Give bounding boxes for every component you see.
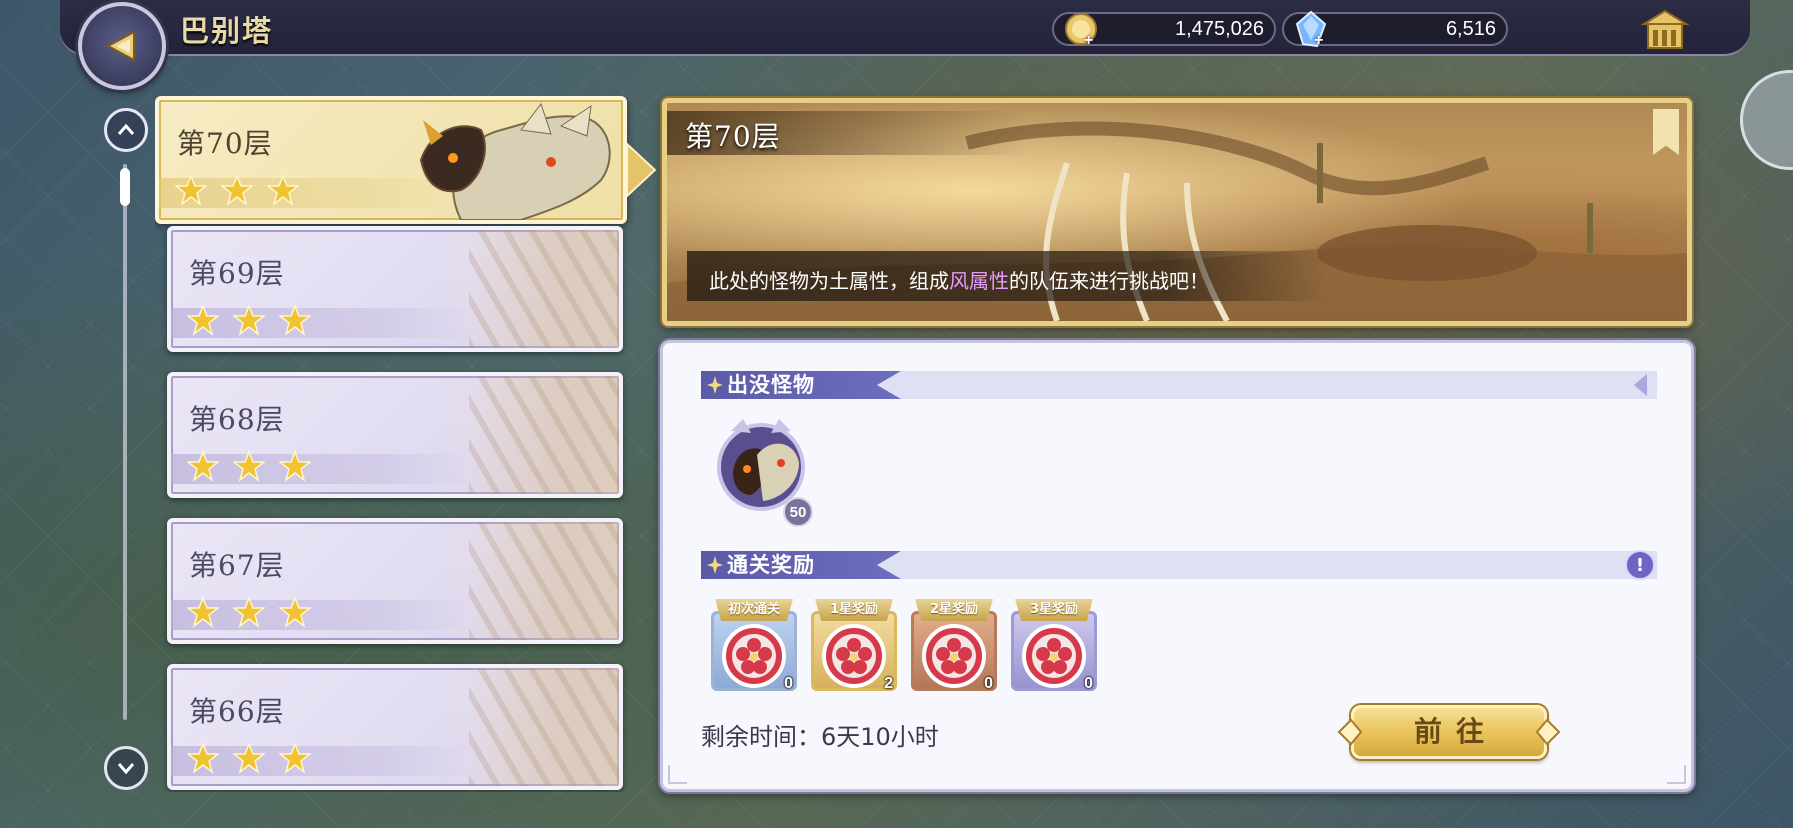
stage-title: 第70层 xyxy=(685,120,781,153)
remaining-time: 剩余时间：6天10小时 xyxy=(701,723,939,751)
monster-level-badge: 50 xyxy=(783,497,813,527)
floor-item-69[interactable]: 第69层 xyxy=(167,226,623,352)
reward-quantity: 0 xyxy=(784,675,793,692)
reward-2-star[interactable]: 2星奖励 0 xyxy=(911,599,997,692)
home-icon[interactable] xyxy=(1640,8,1690,52)
reward-first-clear[interactable]: 初次通关 0 xyxy=(711,599,797,692)
star-icon xyxy=(279,596,311,628)
reward-3-star[interactable]: 3星奖励 0 xyxy=(1011,599,1097,692)
hint-text-before: 此处的怪物为土属性，组成 xyxy=(709,269,949,293)
star-icon xyxy=(187,596,219,628)
floor-label: 第66层 xyxy=(189,695,285,728)
star-rating xyxy=(175,174,299,206)
crystal-gem-icon xyxy=(1295,10,1327,48)
star-icon xyxy=(279,450,311,482)
reward-ribbon: 初次通关 xyxy=(715,599,793,621)
reward-ribbon: 1星奖励 xyxy=(815,599,893,621)
dragon-portrait xyxy=(419,102,611,220)
star-icon xyxy=(187,450,219,482)
section-label: 通关奖励 xyxy=(727,553,815,577)
corner-ornament-icon xyxy=(668,765,687,784)
go-button[interactable]: 前往 xyxy=(1337,701,1561,763)
star-rating xyxy=(187,742,311,774)
star-icon xyxy=(267,174,299,206)
reward-quantity: 2 xyxy=(884,675,893,692)
flower-medal-icon xyxy=(922,624,986,688)
star-icon xyxy=(279,304,311,336)
selection-arrow-icon xyxy=(627,142,657,198)
gold-coin-icon xyxy=(1065,13,1097,45)
gem-add-icon[interactable]: + xyxy=(1314,32,1323,50)
star-rating xyxy=(187,450,311,482)
flower-medal-icon xyxy=(722,624,786,688)
section-label: 出没怪物 xyxy=(727,373,815,397)
floor-label: 第67层 xyxy=(189,549,285,582)
star-icon xyxy=(233,742,265,774)
star-icon xyxy=(233,450,265,482)
back-arrow-icon xyxy=(105,30,135,62)
star-icon xyxy=(233,304,265,336)
scroll-up-button[interactable] xyxy=(104,108,148,152)
stage-hint: 此处的怪物为土属性，组成风属性的队伍来进行挑战吧！ xyxy=(709,265,1209,294)
star-icon xyxy=(233,596,265,628)
star-rating xyxy=(187,596,311,628)
side-drawer-tab[interactable] xyxy=(1740,70,1793,170)
floor-label: 第69层 xyxy=(189,257,285,290)
chevron-down-icon xyxy=(117,763,135,775)
gem-amount: 6,516 xyxy=(1445,17,1496,40)
chevron-up-icon xyxy=(117,123,135,135)
star-icon xyxy=(175,174,207,206)
floor-item-67[interactable]: 第67层 xyxy=(167,518,623,644)
gold-amount: 1,475,026 xyxy=(1175,17,1264,40)
flower-medal-icon xyxy=(822,624,886,688)
star-icon xyxy=(187,304,219,336)
header-end-ornament xyxy=(1633,374,1647,396)
rewards-section-header: 通关奖励 ! xyxy=(701,550,1657,580)
flower-medal-icon xyxy=(1022,624,1086,688)
reward-ribbon: 2星奖励 xyxy=(915,599,993,621)
floor-label: 第70层 xyxy=(177,127,273,160)
stage-banner: 第70层 此处的怪物为土属性，组成风属性的队伍来进行挑战吧！ xyxy=(662,98,1692,326)
sparkle-icon xyxy=(707,556,723,574)
reward-quantity: 0 xyxy=(1084,675,1093,692)
stage-detail-panel: 出没怪物 50 通关奖励 ! 初次通关 0 1星奖励 2 2星奖励 0 3星奖励… xyxy=(660,340,1694,792)
floor-item-70[interactable]: 第70层 xyxy=(155,96,627,224)
star-rating xyxy=(187,304,311,336)
floor-list[interactable]: 第70层 第69层 第68层 第67层 第66层 xyxy=(155,96,635,792)
star-icon xyxy=(221,174,253,206)
scroll-down-button[interactable] xyxy=(104,746,148,790)
reward-1-star[interactable]: 1星奖励 2 xyxy=(811,599,897,692)
reward-ribbon: 3星奖励 xyxy=(1015,599,1093,621)
scroll-track[interactable] xyxy=(123,164,127,720)
hint-element-accent: 风属性 xyxy=(949,269,1009,293)
scroll-thumb[interactable] xyxy=(120,168,130,206)
floor-item-68[interactable]: 第68层 xyxy=(167,372,623,498)
reward-quantity: 0 xyxy=(984,675,993,692)
star-icon xyxy=(279,742,311,774)
back-button[interactable] xyxy=(78,2,166,90)
gem-counter[interactable]: + 6,516 xyxy=(1282,10,1508,49)
star-icon xyxy=(187,742,219,774)
info-icon[interactable]: ! xyxy=(1625,550,1655,580)
gold-add-icon[interactable]: + xyxy=(1084,32,1093,50)
go-button-label: 前往 xyxy=(1413,715,1498,748)
floor-item-66[interactable]: 第66层 xyxy=(167,664,623,790)
page-title: 巴别塔 xyxy=(180,14,274,48)
corner-ornament-icon xyxy=(1667,765,1686,784)
hint-text-after: 的队伍来进行挑战吧！ xyxy=(1009,269,1209,293)
gold-counter[interactable]: + 1,475,026 xyxy=(1052,12,1276,49)
floor-label: 第68层 xyxy=(189,403,285,436)
sparkle-icon xyxy=(707,376,723,394)
monsters-section-header: 出没怪物 xyxy=(701,371,1657,399)
